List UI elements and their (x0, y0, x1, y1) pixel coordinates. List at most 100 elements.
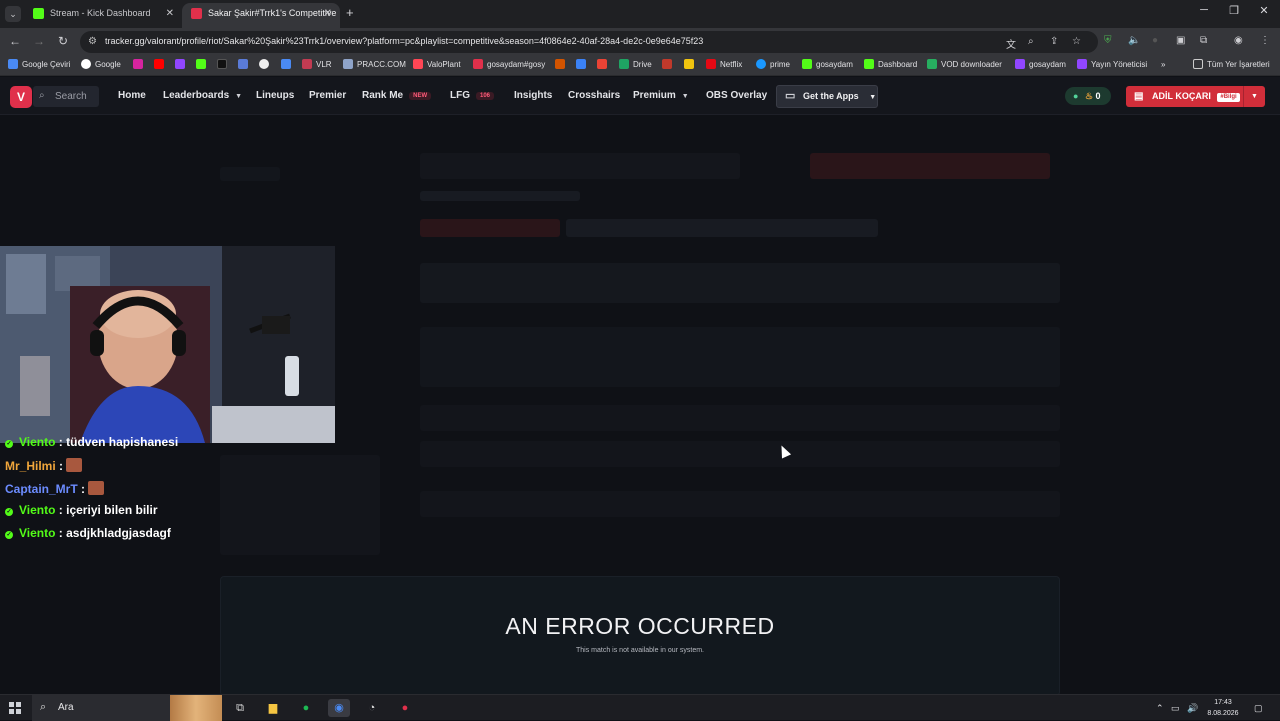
bookmark-star-icon[interactable]: ☆ (1072, 36, 1081, 47)
nav-insights[interactable]: Insights (514, 90, 552, 101)
skeleton-match-row (420, 441, 1060, 467)
bookmark-google[interactable]: Google (81, 59, 121, 71)
nav-lfg[interactable]: LFG 106 (450, 90, 495, 101)
bookmark-gosaydam-gosy[interactable]: gosaydam#gosy (473, 59, 545, 71)
folder-icon (1193, 59, 1203, 69)
nav-obs-overlay[interactable]: OBS Overlay (706, 90, 767, 101)
tab-kick-dashboard[interactable]: Stream - Kick Dashboard ✕ (24, 3, 182, 28)
taskbar-clock[interactable]: 17:43 8.08.2026 (1203, 697, 1243, 719)
bookmark-google-translate[interactable]: Google Çeviri (8, 59, 70, 71)
notification-icon[interactable]: ▢ (1254, 703, 1263, 714)
zoom-icon[interactable]: ⌕ (1028, 36, 1034, 47)
profile-avatar-icon[interactable]: ◉ (1234, 35, 1243, 46)
speedometer-icon[interactable]: ◔ (361, 699, 383, 717)
bookmark-tiktok[interactable] (217, 59, 231, 71)
new-badge: NEW (409, 92, 432, 100)
bookmark-smiley[interactable] (684, 59, 698, 71)
bookmark-prime[interactable]: prime (756, 59, 790, 71)
bookmark-drive[interactable]: Drive (619, 59, 652, 71)
nav-premier[interactable]: Premier (309, 90, 346, 101)
site-search-input[interactable]: ⌕ Search (33, 86, 99, 107)
tab-tracker-competitive[interactable]: Sakar Şakir#Trrk1's Competitive ✕ (182, 3, 340, 28)
chat-message: ✓ Viento : içeriyi bilen bilir (5, 503, 158, 517)
bookmark-twitch[interactable] (175, 59, 189, 71)
bookmark-gosaydam[interactable]: gosaydam (802, 59, 853, 71)
nav-crosshairs[interactable]: Crosshairs (568, 90, 620, 101)
address-bar[interactable]: ⚙ tracker.gg/valorant/profile/riot/Sakar… (80, 31, 1098, 53)
close-icon[interactable]: ✕ (324, 3, 332, 24)
menu-dots-icon[interactable]: ⋮ (1260, 35, 1270, 46)
spotify-icon[interactable]: ● (295, 699, 317, 717)
install-app-icon[interactable]: ⇪ (1050, 36, 1058, 47)
bookmark-gosaydam-twitch[interactable]: gosaydam (1015, 59, 1066, 71)
nav-home[interactable]: Home (118, 90, 146, 101)
user-account-button[interactable]: ▤ ADİL KOÇARI #Bilgi ▼ (1126, 86, 1265, 107)
coins-counter[interactable]: ● ♨ 0 (1065, 87, 1111, 105)
bookmark-pracc[interactable]: PRACC.COM (343, 59, 406, 71)
drive-icon (619, 59, 629, 69)
bookmark-dashboard[interactable]: Dashboard (864, 59, 917, 71)
bookmark-tumblr[interactable] (662, 59, 676, 71)
tracker-logo-icon[interactable]: V (10, 86, 32, 108)
tab-search-chevron-icon[interactable]: ⌄ (5, 6, 21, 22)
bookmark-bird[interactable] (238, 59, 252, 71)
url-text[interactable]: tracker.gg/valorant/profile/riot/Sakar%2… (105, 36, 703, 46)
bookmark-cloud[interactable] (576, 59, 590, 71)
bookmark-youtube[interactable] (154, 59, 168, 71)
tray-chevron-up-icon[interactable]: ⌃ (1156, 703, 1164, 714)
twitch-icon (1015, 59, 1025, 69)
bookmark-chart[interactable] (281, 59, 295, 71)
more-bookmarks-chevron-icon[interactable]: » (1161, 59, 1165, 71)
back-arrow-icon[interactable]: ← (7, 34, 23, 48)
chrome-icon[interactable]: ◉ (328, 699, 350, 717)
chevron-down-icon[interactable]: ▼ (1243, 86, 1265, 107)
site-info-icon[interactable]: ⚙ (88, 36, 97, 47)
close-window-icon[interactable]: ✕ (1254, 4, 1274, 17)
extension-icon[interactable]: ● (1152, 35, 1158, 46)
flame-icon: ♨ (1084, 91, 1094, 101)
skeleton-filter-bar (420, 263, 1060, 303)
bookmark-threads[interactable] (259, 59, 273, 71)
new-tab-plus-icon[interactable]: + (346, 5, 354, 20)
bookmarks-bar: Google Çeviri Google VLR PRACC.COM ValoP… (0, 56, 1280, 76)
get-the-apps-button[interactable]: ▭ Get the Apps ▼ (776, 85, 878, 108)
tab-title: Stream - Kick Dashboard (50, 8, 151, 18)
taskbar-search-input[interactable]: ⌕ Ara (32, 695, 222, 721)
nav-lineups[interactable]: Lineups (256, 90, 294, 101)
nav-premium[interactable]: Premium ▼ (633, 90, 689, 101)
bookmark-media[interactable] (555, 59, 569, 71)
mute-icon[interactable]: 🔈 (1128, 35, 1140, 46)
windows-start-icon[interactable] (9, 702, 21, 714)
network-icon[interactable]: ▭ (1171, 703, 1180, 714)
reload-icon[interactable]: ↻ (55, 34, 71, 48)
bookmark-netflix[interactable]: Netflix (706, 59, 742, 71)
bookmark-vod-downloader[interactable]: VOD downloader (927, 59, 1002, 71)
bookmark-yayin-yoneticisi[interactable]: Yayın Yöneticisi (1077, 59, 1147, 71)
forward-arrow-icon[interactable]: → (31, 34, 47, 48)
bookmark-kick[interactable] (196, 59, 210, 71)
file-explorer-icon[interactable]: ▆ (262, 699, 284, 717)
task-view-icon[interactable]: ⧉ (229, 699, 251, 717)
streaming-app-icon[interactable]: ● (394, 699, 416, 717)
restore-icon[interactable]: ❐ (1224, 4, 1244, 17)
skeleton-sidebar (220, 167, 280, 181)
extension-shield-icon[interactable]: ⛨ (1104, 35, 1112, 46)
bookmark-valoplant[interactable]: ValoPlant (413, 59, 461, 71)
nav-leaderboards[interactable]: Leaderboards ▼ (163, 90, 242, 101)
chevron-down-icon: ▼ (681, 93, 689, 100)
minimize-icon[interactable]: ─ (1194, 4, 1214, 16)
extension-icon[interactable]: ▣ (1176, 35, 1185, 46)
bookmark-instagram[interactable] (133, 59, 147, 71)
bookmark-vlr[interactable]: VLR (302, 59, 332, 71)
bookmark-gmail[interactable] (597, 59, 611, 71)
nav-rank-me[interactable]: Rank Me NEW (362, 90, 432, 101)
windows-taskbar: ⌕ Ara ⧉ ▆ ● ◉ ◔ ● ⌃ ▭ 🔊 17:43 8.08.2026 … (0, 694, 1280, 721)
chat-message: ✓ Viento : tüdven hapishanesi (5, 435, 179, 449)
close-icon[interactable]: ✕ (166, 3, 174, 24)
extensions-puzzle-icon[interactable]: ⧉ (1200, 35, 1207, 46)
skeleton-line (420, 191, 580, 201)
profile-page-loading: ✓ Viento : tüdven hapishanesi Mr_Hilmi : … (0, 115, 1280, 694)
translate-icon[interactable]: 文 (1006, 36, 1016, 51)
all-bookmarks-folder[interactable]: Tüm Yer İşaretleri (1193, 59, 1270, 71)
volume-icon[interactable]: 🔊 (1187, 703, 1198, 714)
